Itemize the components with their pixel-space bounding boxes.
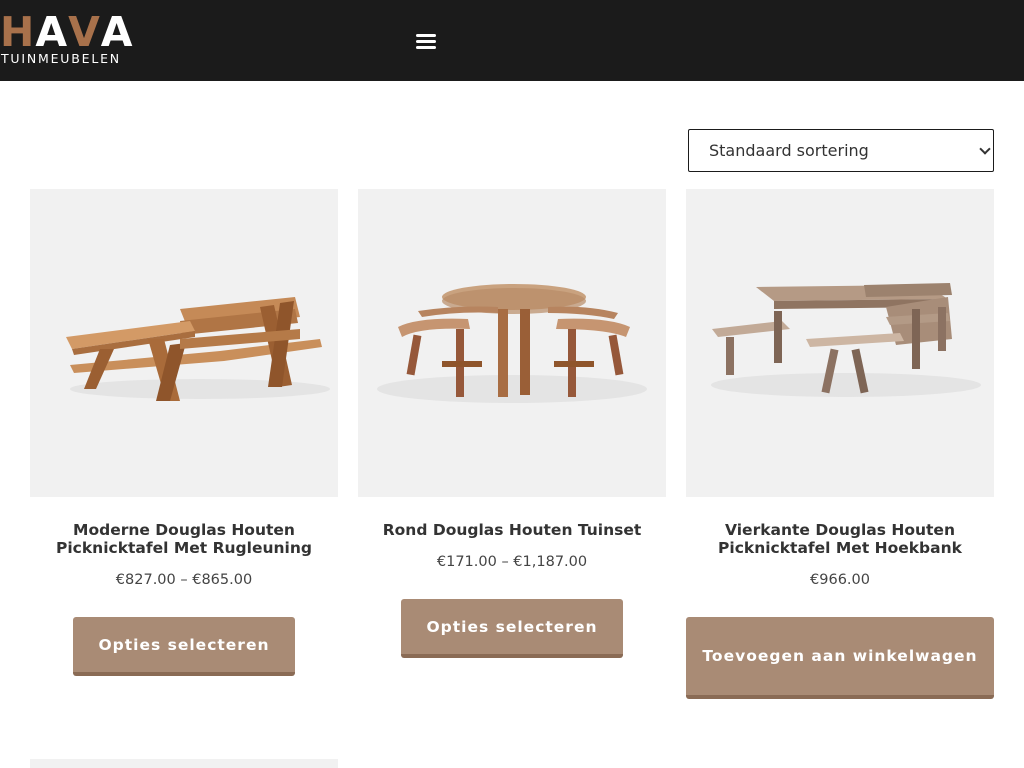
hamburger-menu-icon[interactable] xyxy=(414,30,438,52)
product-image[interactable] xyxy=(358,189,666,497)
logo-tagline: TUINMEUBELEN xyxy=(1,51,121,66)
logo-letter-a2: A xyxy=(100,8,134,56)
product-image[interactable] xyxy=(686,189,994,497)
product-card: Moderne Douglas Houten Picknicktafel Met… xyxy=(30,189,338,676)
square-picnic-table-corner-bench-image xyxy=(711,283,981,397)
product-title[interactable]: Moderne Douglas Houten Picknicktafel Met… xyxy=(30,521,338,557)
round-garden-set-image xyxy=(377,284,647,403)
sort-dropdown[interactable]: Standaard sortering xyxy=(688,129,994,172)
product-price: €171.00 – €1,187.00 xyxy=(436,554,588,570)
hava-logo[interactable]: HAVA TUINMEUBELEN xyxy=(0,12,152,68)
select-options-button[interactable]: Opties selecteren xyxy=(401,599,623,658)
logo-wordmark: HAVA xyxy=(0,8,134,56)
product-card: Rond Douglas Houten Tuinset €171.00 – €1… xyxy=(358,189,666,658)
product-price: €827.00 – €865.00 xyxy=(115,572,253,588)
logo-letter-h: H xyxy=(0,8,36,56)
add-to-cart-button[interactable]: Toevoegen aan winkelwagen xyxy=(686,617,994,699)
product-card: Vierkante Douglas Houten Picknicktafel M… xyxy=(686,189,994,699)
product-title[interactable]: Vierkante Douglas Houten Picknicktafel M… xyxy=(686,521,994,557)
sort-selected-value: Standaard sortering xyxy=(709,141,869,160)
product-title[interactable]: Rond Douglas Houten Tuinset xyxy=(358,521,666,539)
site-header: HAVA TUINMEUBELEN xyxy=(0,0,1024,81)
logo-letter-v: V xyxy=(68,8,101,56)
select-options-button[interactable]: Opties selecteren xyxy=(73,617,295,676)
chevron-down-icon xyxy=(979,143,991,155)
product-price: €966.00 xyxy=(810,572,870,588)
picnic-table-backrest-image xyxy=(66,297,330,401)
product-image[interactable] xyxy=(30,189,338,497)
product-card-partial xyxy=(30,759,338,768)
logo-letter-a1: A xyxy=(35,8,69,56)
